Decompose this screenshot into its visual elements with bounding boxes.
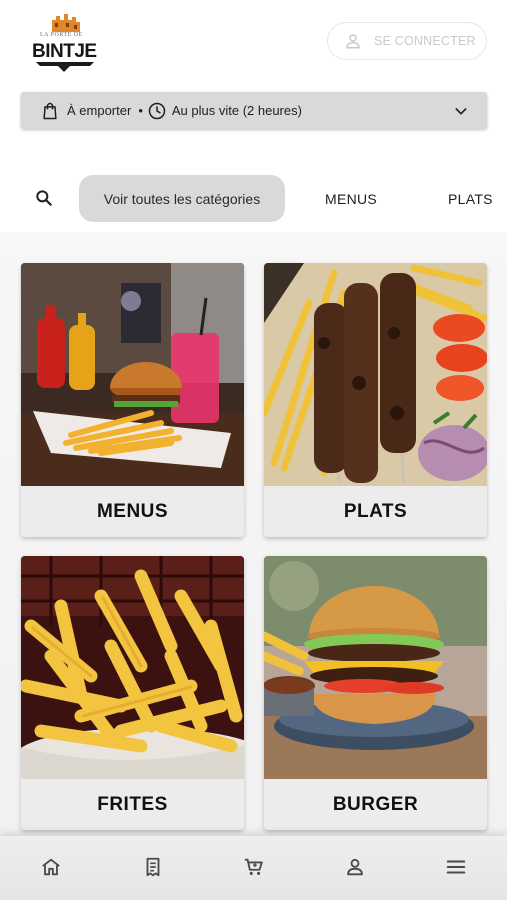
login-label: SE CONNECTER: [374, 34, 476, 48]
burger-photo: [264, 556, 487, 779]
chevron-down-icon: [455, 108, 467, 115]
home-icon: [42, 858, 60, 876]
separator-dot: •: [138, 103, 143, 118]
receipt-icon: [146, 857, 160, 877]
product-card-menus[interactable]: MENUS: [21, 263, 244, 537]
plats-photo: [264, 263, 487, 486]
product-card-burger[interactable]: BURGER: [264, 556, 487, 830]
frites-photo: [21, 556, 244, 779]
card-title: BURGER: [264, 779, 487, 830]
product-card-frites[interactable]: FRITES: [21, 556, 244, 830]
cart-icon: [244, 858, 263, 875]
bottom-navigation: [0, 836, 507, 900]
card-title: FRITES: [21, 779, 244, 830]
menu-icon: [446, 860, 466, 874]
nav-cart[interactable]: [243, 856, 265, 878]
all-categories-button[interactable]: Voir toutes les catégories: [79, 175, 285, 222]
card-title: MENUS: [21, 486, 244, 537]
order-mode-label: À emporter: [67, 103, 132, 118]
product-card-plats[interactable]: PLATS: [264, 263, 487, 537]
nav-account[interactable]: [344, 856, 366, 878]
order-time-label: Au plus vite (2 heures): [171, 103, 302, 118]
logo-name: BINTJE: [32, 41, 97, 62]
login-button[interactable]: SE CONNECTER: [327, 22, 487, 60]
shopping-bag-icon: [43, 102, 57, 119]
nav-menu[interactable]: [445, 856, 467, 878]
card-title: PLATS: [264, 486, 487, 537]
clock-icon: [148, 102, 166, 119]
tab-plats[interactable]: PLATS: [448, 175, 493, 222]
category-bar: Voir toutes les catégories MENUS PLATS: [0, 172, 507, 224]
tab-menus[interactable]: MENUS: [325, 175, 377, 222]
menus-photo: [21, 263, 244, 486]
nav-home[interactable]: [40, 856, 62, 878]
order-mode-selector[interactable]: À emporter • Au plus vite (2 heures): [21, 92, 487, 129]
logo[interactable]: LA PORTE DE BINTJE: [28, 10, 104, 72]
logo-tagline: LA PORTE DE: [40, 32, 83, 38]
search-icon[interactable]: [34, 188, 54, 208]
user-icon: [347, 858, 363, 876]
header: LA PORTE DE BINTJE SE CONNECTER: [0, 0, 507, 82]
user-icon: [346, 34, 360, 49]
nav-orders[interactable]: [142, 856, 164, 878]
